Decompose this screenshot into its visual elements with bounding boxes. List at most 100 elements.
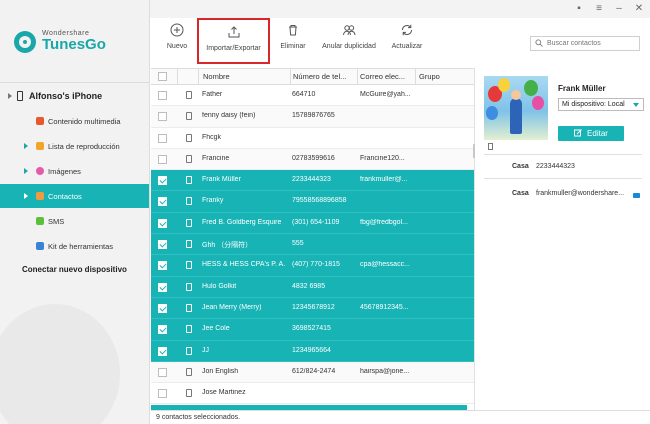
cell-name: Frank Müller: [202, 176, 241, 184]
sidebar-item-playlist[interactable]: Lista de reproducción: [0, 134, 149, 158]
row-checkbox[interactable]: [158, 282, 167, 292]
cell-phone: 1234965664: [292, 346, 331, 354]
cell-phone: 3698527415: [292, 325, 331, 333]
table-row[interactable]: HESS & HESS CPA's P. A. (407) 770-1815 cpa…: [151, 255, 474, 277]
expand-icon[interactable]: [24, 193, 28, 199]
cell-name: Francine: [202, 154, 230, 162]
button-label: Anular duplicidad: [322, 43, 376, 50]
merge-duplicates-button[interactable]: Anular duplicidad: [319, 18, 379, 64]
table-row[interactable]: Frank Müller 2233444323 frankmuller@...: [151, 170, 474, 192]
cell-name: Jose Martinez: [202, 389, 246, 397]
import-export-button[interactable]: Importar/Exportar: [197, 18, 270, 64]
feedback-icon[interactable]: ▪: [574, 4, 584, 14]
sidebar-item-media[interactable]: Contenido multimedia: [0, 109, 149, 133]
table-row[interactable]: Francine 02783599616 Francine120...: [151, 148, 474, 171]
row-checkbox[interactable]: [158, 112, 167, 122]
title-bar: ▪ ≡ – ✕: [150, 0, 650, 18]
cell-name: fenny daisy (fein): [202, 112, 256, 120]
vertical-scrollbar[interactable]: [473, 144, 475, 158]
row-checkbox[interactable]: [158, 389, 167, 399]
table-row[interactable]: Hulo Golkit 4832 6985: [151, 276, 474, 298]
device-header[interactable]: Alfonso's iPhone: [8, 91, 102, 101]
search-icon: [535, 38, 543, 49]
table-row[interactable]: Franky 79558568896858: [151, 191, 474, 213]
row-checkbox[interactable]: [158, 218, 167, 228]
row-checkbox[interactable]: [158, 176, 167, 186]
refresh-icon: [399, 22, 415, 38]
column-header-phone[interactable]: Número de tel...: [293, 72, 346, 81]
new-button[interactable]: Nuevo: [159, 18, 195, 64]
cell-name: Jon English: [202, 367, 239, 375]
contact-detail-panel: Frank Müller Mi dispositivo: Local Edita…: [476, 68, 650, 410]
select-all-checkbox[interactable]: [158, 72, 167, 81]
connect-device-link[interactable]: Conectar nuevo dispositivo: [22, 265, 127, 274]
table-row[interactable]: Fhcgk: [151, 127, 474, 149]
device-name: Alfonso's iPhone: [29, 91, 103, 101]
column-header-email[interactable]: Correo elec...: [360, 72, 405, 81]
cell-name: Franky: [202, 197, 224, 205]
sidebar-item-photos[interactable]: Imágenes: [0, 159, 149, 183]
cell-phone: 15789876765: [292, 112, 335, 120]
sidebar-item-label: SMS: [48, 216, 65, 226]
cell-name: Jean Merry (Merry): [202, 303, 262, 311]
row-checkbox[interactable]: [158, 154, 167, 164]
playlist-icon: [36, 142, 44, 150]
table-row[interactable]: Father 664710 McGuire@yah...: [151, 85, 474, 107]
search-box[interactable]: [530, 36, 640, 51]
button-label: Eliminar: [280, 43, 306, 50]
table-row[interactable]: Jose Martinez: [151, 383, 474, 405]
search-input[interactable]: [547, 40, 637, 47]
photos-icon: [36, 167, 44, 175]
refresh-button[interactable]: Actualizar: [387, 18, 427, 64]
status-bar: 9 contactos seleccionados.: [151, 410, 650, 424]
edit-button[interactable]: Editar: [558, 126, 624, 141]
background-decoration: [0, 304, 120, 424]
close-icon[interactable]: ✕: [634, 4, 644, 14]
table-row[interactable]: Ghh （分隔符） 555: [151, 234, 474, 256]
contact-device-icon: [186, 346, 192, 355]
row-checkbox[interactable]: [158, 367, 167, 377]
cell-name: Fred B. Goldberg Esquire: [202, 218, 282, 226]
expand-icon[interactable]: [24, 143, 28, 149]
contact-photo: [484, 76, 548, 140]
table-row[interactable]: Jee Cole 3698527415: [151, 319, 474, 341]
cell-phone: 79558568896858: [292, 197, 347, 205]
table-row[interactable]: Jean Merry (Merry) 12345678912 45678912345…: [151, 297, 474, 320]
menu-icon[interactable]: ≡: [594, 4, 604, 14]
button-label: Importar/Exportar: [206, 45, 261, 52]
contact-device-icon: [186, 133, 192, 142]
mail-icon[interactable]: [633, 193, 640, 198]
row-checkbox[interactable]: [158, 346, 167, 356]
row-checkbox[interactable]: [158, 197, 167, 207]
table-row[interactable]: fenny daisy (fein) 15789876765: [151, 106, 474, 128]
device-select[interactable]: Mi dispositivo: Local: [558, 98, 644, 111]
row-checkbox[interactable]: [158, 240, 167, 250]
contact-name: Frank Müller: [558, 84, 606, 93]
row-checkbox[interactable]: [158, 325, 167, 335]
delete-button[interactable]: Eliminar: [275, 18, 311, 64]
cell-email: 45678912345...: [360, 303, 409, 311]
sidebar-item-sms[interactable]: SMS: [0, 209, 149, 233]
collapse-icon[interactable]: [8, 93, 12, 99]
expand-icon[interactable]: [24, 168, 28, 174]
contacts-icon: [36, 192, 44, 200]
logo-icon: [14, 30, 36, 53]
row-checkbox[interactable]: [158, 133, 167, 143]
table-row[interactable]: Fred B. Goldberg Esquire (301) 654-1109 fb…: [151, 212, 474, 235]
column-header-name[interactable]: Nombre: [203, 72, 230, 81]
merge-contacts-icon: [341, 22, 357, 38]
sms-icon: [36, 217, 44, 225]
contact-device-icon: [186, 218, 192, 227]
table-row[interactable]: JJ 1234965664: [151, 340, 474, 362]
cell-email: frankmuller@...: [360, 176, 408, 184]
sidebar-item-contacts[interactable]: Contactos: [0, 184, 149, 208]
sidebar-item-toolkit[interactable]: Kit de herramientas: [0, 234, 149, 258]
cell-name: JJ: [202, 346, 209, 354]
row-checkbox[interactable]: [158, 303, 167, 313]
minimize-icon[interactable]: –: [614, 4, 624, 14]
table-row[interactable]: Jon English 612/824-2474 hairspa@jone...: [151, 361, 474, 384]
row-checkbox[interactable]: [158, 261, 167, 271]
row-checkbox[interactable]: [158, 91, 167, 100]
column-header-group[interactable]: Grupo: [419, 72, 440, 81]
contact-device-icon: [186, 261, 192, 270]
